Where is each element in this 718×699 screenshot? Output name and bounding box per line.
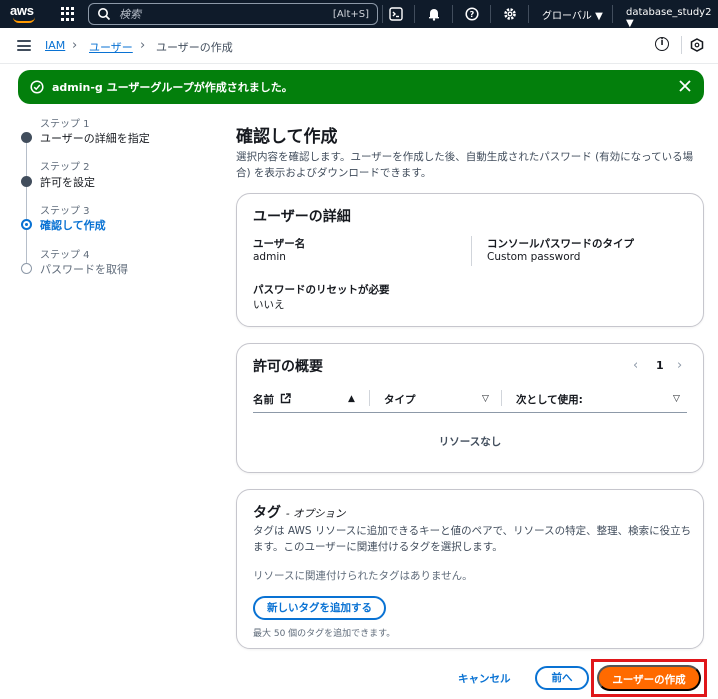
breadcrumb-current: ユーザーの作成 xyxy=(156,41,233,54)
grid-icon[interactable] xyxy=(61,7,75,21)
step-2-number: ステップ 2 xyxy=(40,162,90,173)
gear-icon[interactable] xyxy=(500,4,520,24)
step-4-number: ステップ 4 xyxy=(40,250,90,261)
info-icon[interactable]: i xyxy=(655,37,669,51)
step-4-dot xyxy=(21,263,32,274)
aws-smile-icon xyxy=(13,17,35,23)
page-title: 確認して作成 xyxy=(236,127,338,147)
user-details-card: ユーザーの詳細 ユーザー名 admin コンソールパスワードのタイプ Custo… xyxy=(236,193,704,327)
breadcrumb-users[interactable]: ユーザー xyxy=(89,39,133,55)
step-3-dot xyxy=(21,219,32,230)
column-divider xyxy=(369,390,370,406)
chevron-right-icon: › xyxy=(72,38,78,53)
bell-icon[interactable] xyxy=(424,4,444,24)
tags-optional-label: - オプション xyxy=(285,508,346,520)
password-reset-value: いいえ xyxy=(253,299,285,311)
tags-title-text: タグ xyxy=(253,505,281,521)
column-header-name[interactable]: 名前 xyxy=(253,392,274,407)
hexagon-icon[interactable] xyxy=(690,38,704,52)
sort-ascending-icon[interactable]: ▲ xyxy=(348,394,355,404)
breadcrumb-bar: IAM › ユーザー › ユーザーの作成 i xyxy=(0,28,718,64)
help-icon[interactable]: ? xyxy=(462,4,482,24)
table-header-divider xyxy=(253,412,687,413)
user-details-title: ユーザーの詳細 xyxy=(253,209,351,225)
step-connector xyxy=(26,141,27,177)
search-icon xyxy=(98,8,111,21)
empty-state: リソースなし xyxy=(438,436,502,448)
tags-empty-message: リソースに関連付けられたタグはありません。 xyxy=(253,570,473,582)
add-tag-button[interactable]: 新しいタグを追加する xyxy=(253,596,386,620)
cancel-button[interactable]: キャンセル xyxy=(458,671,511,686)
aws-logo[interactable]: aws xyxy=(10,3,40,25)
nav-divider xyxy=(612,5,613,23)
step-1-dot xyxy=(21,132,32,143)
flash-message: admin-g ユーザーグループが作成されました。 xyxy=(52,81,293,94)
account-menu[interactable]: database_study2 ▼ xyxy=(626,7,718,29)
column-header-used-as[interactable]: 次として使用: xyxy=(516,392,583,407)
region-selector[interactable]: グローバル ▼ xyxy=(542,7,603,22)
pager-next-icon[interactable]: › xyxy=(677,358,682,373)
console-password-type-label: コンソールパスワードのタイプ xyxy=(487,238,634,250)
column-header-type[interactable]: タイプ xyxy=(384,392,416,407)
search-placeholder: 検索 xyxy=(119,8,141,21)
nav-divider xyxy=(528,5,529,23)
divider xyxy=(471,236,472,266)
step-1-label[interactable]: ユーザーの詳細を指定 xyxy=(40,130,150,146)
tags-title: タグ - オプション xyxy=(253,502,346,522)
nav-divider xyxy=(414,5,415,23)
step-1-number: ステップ 1 xyxy=(40,119,90,130)
search-input[interactable]: 検索 [Alt+S] xyxy=(88,3,378,25)
success-flash: admin-g ユーザーグループが作成されました。 xyxy=(18,70,704,104)
chevron-right-icon: › xyxy=(140,38,146,53)
step-connector xyxy=(26,230,27,264)
console-password-type-value: Custom password xyxy=(487,251,581,263)
nav-divider xyxy=(382,5,383,23)
sort-icon[interactable]: ▽ xyxy=(673,394,680,404)
pager-prev-icon[interactable]: ‹ xyxy=(633,358,638,373)
search-shortcut: [Alt+S] xyxy=(332,8,369,20)
breadcrumb-iam[interactable]: IAM xyxy=(45,39,65,52)
pager-page-number[interactable]: 1 xyxy=(656,359,664,372)
menu-icon[interactable] xyxy=(17,40,31,51)
create-user-button[interactable]: ユーザーの作成 xyxy=(597,665,701,691)
previous-button[interactable]: 前へ xyxy=(535,666,589,690)
step-2-dot xyxy=(21,176,32,187)
nav-divider xyxy=(490,5,491,23)
step-connector xyxy=(26,186,27,219)
nav-divider xyxy=(452,5,453,23)
permissions-summary-card: 許可の概要 ‹ 1 › 名前 ▲ タイプ ▽ 次として使用: ▽ リソースなし xyxy=(236,343,704,473)
step-3-label: 確認して作成 xyxy=(40,219,106,232)
aws-logo-text: aws xyxy=(10,3,34,18)
step-3-number: ステップ 3 xyxy=(40,206,90,217)
username-label: ユーザー名 xyxy=(253,238,306,250)
cloudshell-icon[interactable] xyxy=(386,4,406,24)
tags-limit-hint: 最大 50 個のタグを追加できます。 xyxy=(253,629,396,639)
step-2-label[interactable]: 許可を設定 xyxy=(40,174,95,190)
check-circle-icon xyxy=(30,80,44,94)
top-navigation: aws 検索 [Alt+S] ? グローバル ▼ database_study2… xyxy=(0,0,718,29)
permissions-title: 許可の概要 xyxy=(253,359,323,375)
tags-description: タグは AWS リソースに追加できるキーと値のペアで、リソースの特定、整理、検索… xyxy=(253,525,692,553)
sort-icon[interactable]: ▽ xyxy=(482,394,489,404)
close-icon[interactable] xyxy=(678,79,692,93)
password-reset-label: パスワードのリセットが必要 xyxy=(253,284,390,296)
tags-card: タグ - オプション タグは AWS リソースに追加できるキーと値のペアで、リソ… xyxy=(236,489,704,649)
step-4-label: パスワードを取得 xyxy=(40,263,128,276)
page-description: 選択内容を確認します。ユーザーを作成した後、自動生成されたパスワード (有効にな… xyxy=(236,151,694,179)
divider xyxy=(681,36,682,54)
username-value: admin xyxy=(253,251,286,263)
external-link-icon xyxy=(280,393,291,404)
column-divider xyxy=(501,390,502,406)
svg-text:?: ? xyxy=(470,10,475,19)
